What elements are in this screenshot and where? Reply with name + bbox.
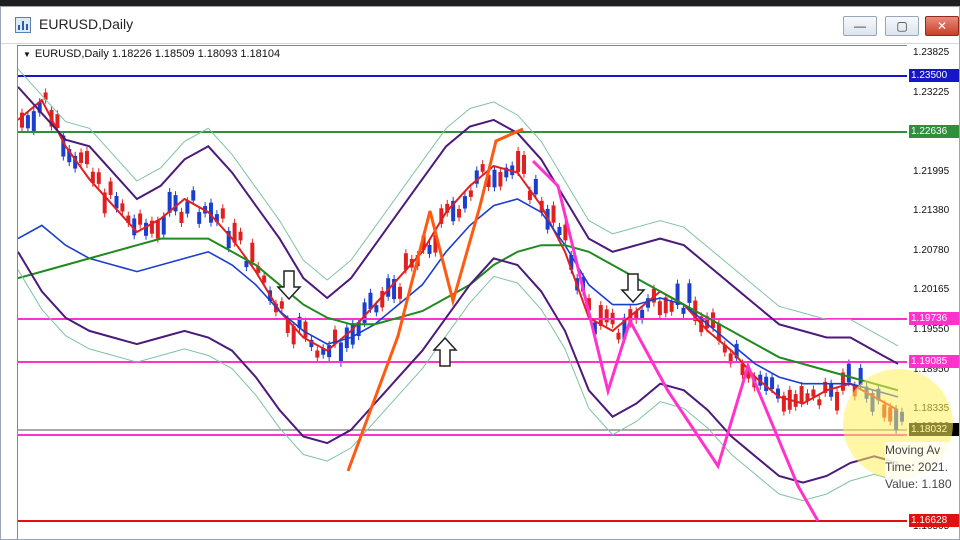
candle-body xyxy=(120,203,125,212)
collapse-triangle-icon[interactable]: ▼ xyxy=(23,50,31,59)
candle-body xyxy=(770,377,775,390)
candle-body xyxy=(681,307,686,314)
price-tick: 1.19550 xyxy=(913,324,950,335)
window-title: EURUSD,Daily xyxy=(39,16,134,32)
outer-band-line xyxy=(17,68,899,347)
candle-body xyxy=(303,321,308,338)
candle-body xyxy=(108,181,113,195)
candle-body xyxy=(161,216,166,235)
level-price-label: 1.16628 xyxy=(909,514,959,527)
tooltip-name: Moving Av xyxy=(885,443,941,457)
candle-body xyxy=(799,386,804,404)
candle-body xyxy=(374,305,379,313)
price-tick: 1.23225 xyxy=(913,87,950,98)
candle-body xyxy=(279,301,284,309)
candle-body xyxy=(197,212,202,224)
price-tick: 1.21380 xyxy=(913,205,950,216)
candle-body xyxy=(492,169,497,188)
candle-body xyxy=(155,220,160,239)
candle-body xyxy=(96,172,101,184)
candle-body xyxy=(846,363,851,383)
chart-plot-area[interactable] xyxy=(17,45,908,540)
candle-body xyxy=(84,151,89,165)
candle-body xyxy=(238,231,243,241)
candle-body xyxy=(533,178,538,195)
candle-body xyxy=(522,154,527,174)
level-price-label: 1.22636 xyxy=(909,125,959,138)
candle-body xyxy=(315,350,320,358)
candle-body xyxy=(179,211,184,224)
maximize-button[interactable]: ▢ xyxy=(885,16,919,36)
candle-body xyxy=(427,244,432,254)
candle-body xyxy=(551,205,556,223)
candle-body xyxy=(811,389,816,397)
candle-body xyxy=(468,190,473,197)
candle-body xyxy=(138,213,143,225)
close-button[interactable]: ✕ xyxy=(925,16,959,36)
chart-app-icon xyxy=(15,17,31,33)
candle-body xyxy=(191,190,196,201)
candle-body xyxy=(462,196,467,209)
candle-body xyxy=(817,399,822,406)
tooltip-value: Value: 1.180 xyxy=(885,477,952,491)
candlestick-layer xyxy=(20,88,904,435)
candle-body xyxy=(498,171,503,187)
candle-body xyxy=(31,111,36,132)
candle-body xyxy=(835,391,840,411)
candle-body xyxy=(397,286,402,299)
candle-body xyxy=(250,242,255,263)
ohlc-readout: EURUSD,Daily 1.18226 1.18509 1.18093 1.1… xyxy=(34,48,281,60)
candle-body xyxy=(25,115,30,129)
candle-body xyxy=(604,309,609,323)
price-chart[interactable] xyxy=(17,46,908,540)
minimize-button[interactable]: — xyxy=(843,16,877,36)
candle-body xyxy=(480,164,485,172)
price-tick: 1.21995 xyxy=(913,166,950,177)
candle-body xyxy=(516,150,521,173)
chart-info-line: ▼ EURUSD,Daily 1.18226 1.18509 1.18093 1.… xyxy=(23,48,280,60)
candle-body xyxy=(338,342,343,363)
candle-body xyxy=(457,208,462,218)
candle-body xyxy=(185,201,190,214)
arrow-down-icon xyxy=(620,273,646,304)
candle-body xyxy=(79,152,84,163)
level-price-label: 1.23500 xyxy=(909,69,959,82)
chart-window: EURUSD,Daily — ▢ ✕ ▼ EURUSD,Daily 1.1822… xyxy=(0,6,960,540)
candle-body xyxy=(220,208,225,219)
price-tick: 1.23825 xyxy=(913,47,950,58)
candle-body xyxy=(657,301,662,316)
candle-body xyxy=(144,222,149,236)
indicator-line[interactable] xyxy=(17,98,899,411)
title-bar[interactable]: EURUSD,Daily — ▢ ✕ xyxy=(1,7,959,44)
candle-body xyxy=(173,195,178,212)
level-price-label: 1.19736 xyxy=(909,312,959,325)
tooltip-time: Time: 2021. xyxy=(885,460,948,474)
candle-body xyxy=(616,332,621,340)
zigzag-orange[interactable] xyxy=(346,127,524,472)
candle-body xyxy=(557,226,562,235)
price-tick: 1.20780 xyxy=(913,245,950,256)
price-tick: 1.20165 xyxy=(913,284,950,295)
candle-body xyxy=(687,283,692,303)
candle-body xyxy=(669,300,674,312)
level-price-label: 1.19085 xyxy=(909,355,959,368)
indicator-tooltip: Moving Av Time: 2021. Value: 1.180 xyxy=(885,442,959,500)
